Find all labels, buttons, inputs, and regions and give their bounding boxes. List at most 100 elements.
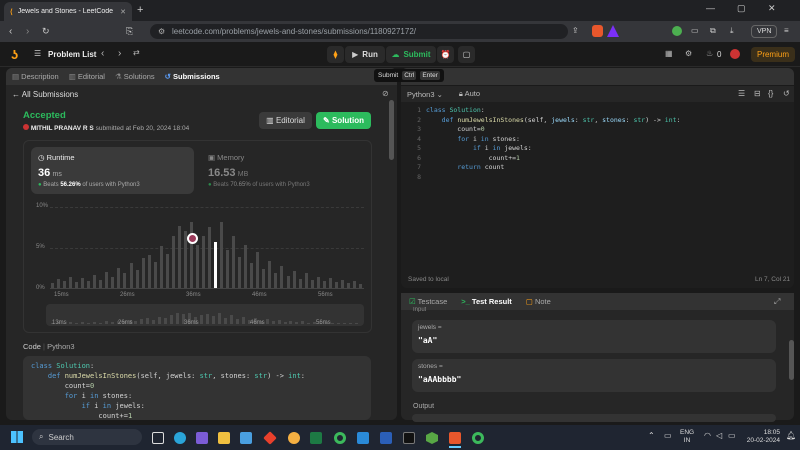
histogram-bar[interactable] (129, 262, 133, 288)
reset-icon[interactable]: ↺ (783, 89, 790, 98)
volume-icon[interactable]: ◁ (716, 431, 722, 440)
histogram-bar[interactable] (262, 269, 266, 288)
histogram-bar[interactable] (328, 278, 332, 288)
excel-icon[interactable] (310, 432, 322, 446)
run-button[interactable]: ▶ Run (345, 46, 385, 63)
histogram-bar[interactable] (214, 242, 218, 288)
histogram-bar[interactable] (244, 244, 248, 288)
windows-start-icon[interactable] (11, 431, 23, 443)
histogram-bar[interactable] (340, 279, 344, 288)
chrome-icon[interactable] (334, 432, 346, 446)
next-problem-icon[interactable]: › (118, 48, 121, 59)
editorial-button[interactable]: ▥ Editorial (259, 112, 312, 129)
histogram-bar[interactable] (51, 283, 54, 288)
solution-button[interactable]: ✎ Solution (316, 112, 371, 129)
notes-button[interactable]: ▢ (458, 46, 475, 63)
histogram-bar[interactable] (165, 253, 169, 288)
histogram-bar[interactable] (195, 244, 199, 288)
histogram-bar[interactable] (334, 282, 338, 288)
histogram-bar[interactable] (268, 260, 272, 288)
histogram-bar[interactable] (177, 225, 181, 288)
histogram-bar[interactable] (75, 282, 79, 288)
settings-icon[interactable]: ⚙ (685, 49, 692, 58)
histogram-bar[interactable] (141, 258, 145, 288)
new-tab-button[interactable]: + (137, 4, 143, 16)
histogram-bar[interactable] (105, 271, 109, 288)
histogram-bar[interactable] (159, 246, 163, 288)
runtime-histogram[interactable] (50, 207, 364, 289)
braces-icon[interactable]: {} (768, 89, 773, 98)
histogram-bar[interactable] (256, 251, 260, 288)
bookmark-icon[interactable]: ⊟ (754, 89, 761, 98)
maximize-panel-icon[interactable]: ⤢ (774, 297, 780, 307)
tray-chevron-icon[interactable]: ⌃ (648, 431, 655, 440)
submitted-code[interactable]: class Solution: def numJewelsInStones(se… (23, 356, 371, 420)
minimize-button[interactable]: — (706, 3, 715, 13)
language-select[interactable]: Python3 ⌄ (407, 90, 443, 99)
close-window-button[interactable]: ✕ (768, 3, 776, 14)
paint-icon[interactable] (288, 432, 300, 446)
histogram-bar[interactable] (147, 255, 151, 288)
edge-icon[interactable] (174, 432, 186, 446)
menu-icon[interactable]: ≡ (784, 26, 789, 35)
histogram-bar[interactable] (220, 221, 224, 288)
bookmark-icon[interactable]: ⎘ (126, 26, 133, 37)
histogram-bar[interactable] (346, 283, 350, 288)
copy-link-icon[interactable]: ⊘ (382, 89, 389, 98)
all-submissions-link[interactable]: ← All Submissions (12, 90, 78, 99)
wifi-icon[interactable]: ◠ (704, 431, 711, 440)
chrome-alt-icon[interactable] (472, 432, 484, 446)
histogram-bar[interactable] (81, 278, 85, 288)
task-view-icon[interactable] (152, 432, 164, 446)
histogram-bar[interactable] (286, 275, 290, 288)
layout-icon[interactable]: ▦ (665, 49, 673, 58)
histogram-bar[interactable] (358, 283, 362, 288)
histogram-bar[interactable] (298, 278, 302, 288)
nodejs-icon[interactable] (426, 432, 438, 446)
runtime-card[interactable]: ◷ Runtime 36 ms ● Beats 56.26% of users … (31, 147, 194, 194)
histogram-bar[interactable] (250, 262, 254, 288)
tab-description[interactable]: ▤ Description (12, 72, 59, 81)
tab-testcase[interactable]: ☑ Testcase (409, 297, 447, 306)
histogram-bar[interactable] (201, 235, 205, 288)
editor-notes-icon[interactable]: ☰ (738, 89, 745, 98)
photos-icon[interactable] (240, 432, 252, 446)
office-icon[interactable] (263, 431, 277, 446)
tab-test-result[interactable]: >_ Test Result (461, 297, 512, 306)
extension-icon[interactable] (672, 26, 682, 36)
back-icon[interactable]: ‹ (9, 26, 12, 37)
histogram-bar[interactable] (280, 265, 284, 288)
fire-icon[interactable]: ♨ (706, 49, 713, 58)
avatar[interactable] (730, 49, 740, 59)
tray-app-icon[interactable]: ▭ (664, 431, 672, 440)
histogram-bar[interactable] (171, 236, 175, 288)
terminal-app-icon[interactable] (403, 432, 415, 446)
histogram-bar[interactable] (232, 236, 236, 288)
clock[interactable]: 18:05 20-02-2024 (742, 429, 780, 445)
extensions-icon[interactable]: ⧉ (710, 26, 716, 36)
premium-button[interactable]: Premium (751, 47, 795, 62)
forward-icon[interactable]: › (26, 26, 29, 37)
sidebar-toggle-icon[interactable]: ▭ (691, 26, 699, 35)
language-indicator[interactable]: ENG IN (680, 429, 694, 445)
histogram-bar[interactable] (316, 276, 320, 288)
histogram-bar[interactable] (63, 281, 67, 288)
site-info-icon[interactable]: ⚙ (158, 27, 165, 36)
histogram-bar[interactable] (238, 256, 242, 288)
histogram-bar[interactable] (292, 270, 296, 288)
auto-mode-toggle[interactable]: 🔒︎ Auto (459, 89, 480, 99)
histogram-bar[interactable] (226, 250, 230, 288)
browser-tab[interactable]: ⟨ Jewels and Stones - LeetCode ✕ (4, 2, 132, 21)
leetcode-logo-icon[interactable]: ʖ (11, 47, 18, 62)
downloads-icon[interactable]: ⤓ (730, 26, 734, 36)
left-scrollbar[interactable] (389, 100, 394, 160)
histogram-bar[interactable] (153, 261, 157, 288)
maximize-button[interactable]: ▢ (737, 3, 746, 14)
tab-editorial[interactable]: ▥ Editorial (69, 72, 105, 81)
submit-button[interactable]: ☁ Submit (386, 46, 436, 63)
histogram-bar[interactable] (304, 273, 308, 288)
notification-icon[interactable]: 🔔︎ (786, 431, 796, 440)
memory-card[interactable]: ▣ Memory 16.53 MB ● Beats 70.65% of user… (201, 147, 364, 194)
tab-note[interactable]: ▢ Note (526, 297, 551, 306)
histogram-bar[interactable] (274, 273, 278, 288)
